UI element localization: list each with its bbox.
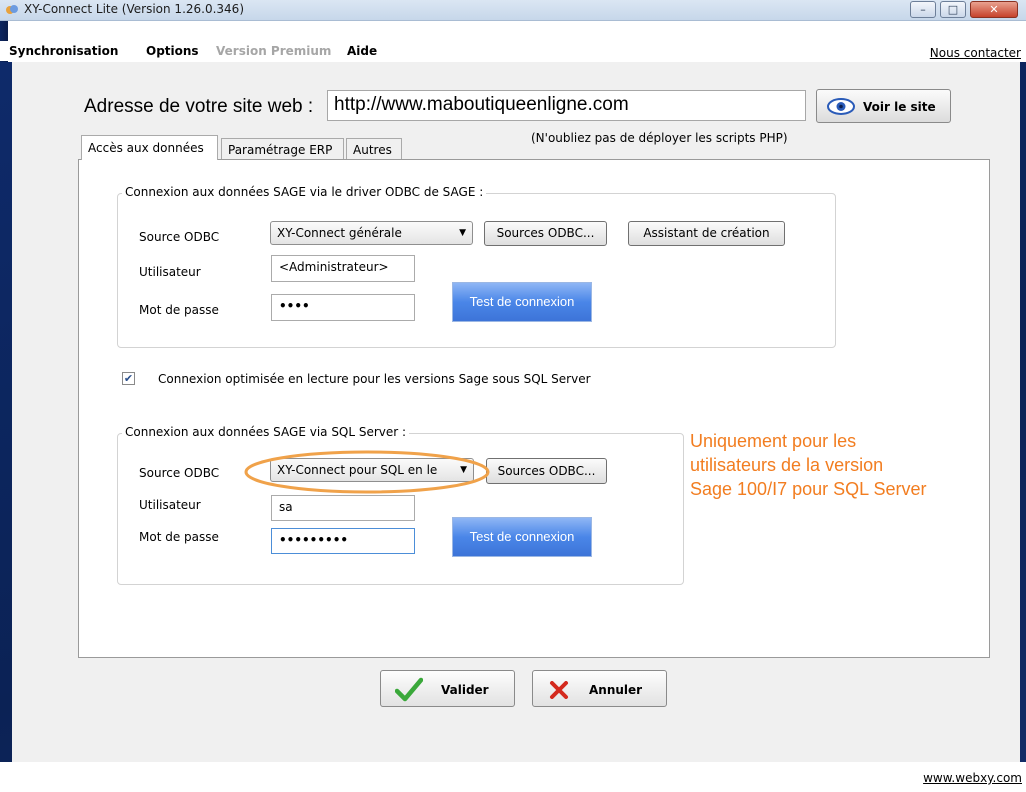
odbc-user-label: Utilisateur	[139, 265, 201, 279]
odbc-test-connection-button[interactable]: Test de connexion	[452, 282, 592, 322]
checkmark-icon	[395, 677, 423, 702]
website-address-label: Adresse de votre site web :	[84, 96, 314, 117]
website-link[interactable]: www.webxy.com	[923, 771, 1022, 785]
maximize-button[interactable]: □	[940, 1, 966, 18]
sql-user-input[interactable]: sa	[271, 495, 415, 521]
odbc-source-select[interactable]: XY-Connect générale ▼	[270, 221, 473, 245]
validate-label: Valider	[441, 683, 489, 697]
view-site-label: Voir le site	[863, 100, 936, 114]
sql-password-label: Mot de passe	[139, 530, 219, 544]
contact-link[interactable]: Nous contacter	[930, 46, 1021, 60]
odbc-source-value: XY-Connect générale	[277, 226, 402, 240]
sql-server-annotation: Uniquement pour les utilisateurs de la v…	[690, 429, 926, 501]
php-hint: (N'oubliez pas de déployer les scripts P…	[531, 131, 788, 145]
odbc-user-input[interactable]: <Administrateur>	[271, 255, 415, 282]
odbc-password-label: Mot de passe	[139, 303, 219, 317]
app-icon	[6, 5, 18, 14]
optimized-read-label: Connexion optimisée en lecture pour les …	[158, 372, 591, 386]
tab-parametrage-erp[interactable]: Paramétrage ERP	[221, 138, 344, 159]
cancel-label: Annuler	[589, 683, 643, 697]
sql-test-connection-button[interactable]: Test de connexion	[452, 517, 592, 557]
optimized-read-checkbox[interactable]: ✔	[122, 372, 135, 385]
menu-aide[interactable]: Aide	[347, 44, 377, 58]
sql-source-label: Source ODBC	[139, 466, 220, 480]
menu-synchronisation[interactable]: Synchronisation	[9, 44, 118, 58]
website-address-input[interactable]: http://www.maboutiqueenligne.com	[327, 90, 806, 121]
minimize-button[interactable]: –	[910, 1, 936, 18]
checkmark-icon: ✔	[123, 372, 134, 385]
menu-bar: Synchronisation Options Version Premium …	[0, 41, 1026, 61]
annotation-line: Sage 100/I7 pour SQL Server	[690, 479, 927, 499]
tab-acces-donnees[interactable]: Accès aux données	[81, 135, 218, 160]
annotation-line: utilisateurs de la version	[690, 455, 884, 475]
sql-password-input[interactable]: •••••••••	[271, 528, 415, 554]
annotation-line: Uniquement pour les	[690, 431, 857, 451]
sql-user-label: Utilisateur	[139, 498, 201, 512]
menu-options[interactable]: Options	[146, 44, 199, 58]
view-site-button[interactable]: Voir le site	[816, 89, 951, 123]
cross-icon	[550, 681, 568, 699]
tab-autres[interactable]: Autres	[346, 138, 402, 159]
sql-sources-button[interactable]: Sources ODBC...	[486, 458, 607, 484]
odbc-group-legend: Connexion aux données SAGE via le driver…	[122, 185, 487, 199]
odbc-password-input[interactable]: ••••	[271, 294, 415, 321]
menu-version-premium[interactable]: Version Premium	[216, 44, 331, 58]
bottom-bar	[0, 762, 1026, 792]
validate-button[interactable]: Valider	[380, 670, 515, 707]
odbc-source-label: Source ODBC	[139, 230, 220, 244]
odbc-group	[117, 193, 836, 348]
highlight-ellipse	[244, 450, 490, 494]
eye-icon	[827, 98, 855, 115]
odbc-sources-button[interactable]: Sources ODBC...	[484, 221, 607, 246]
title-bar: XY-Connect Lite (Version 1.26.0.346) – □…	[0, 0, 1026, 21]
window-title: XY-Connect Lite (Version 1.26.0.346)	[24, 2, 245, 16]
chevron-down-icon: ▼	[459, 228, 466, 238]
close-button[interactable]: ✕	[970, 1, 1018, 18]
assistant-creation-button[interactable]: Assistant de création	[628, 221, 785, 246]
sql-group-legend: Connexion aux données SAGE via SQL Serve…	[122, 425, 410, 439]
cancel-button[interactable]: Annuler	[532, 670, 667, 707]
